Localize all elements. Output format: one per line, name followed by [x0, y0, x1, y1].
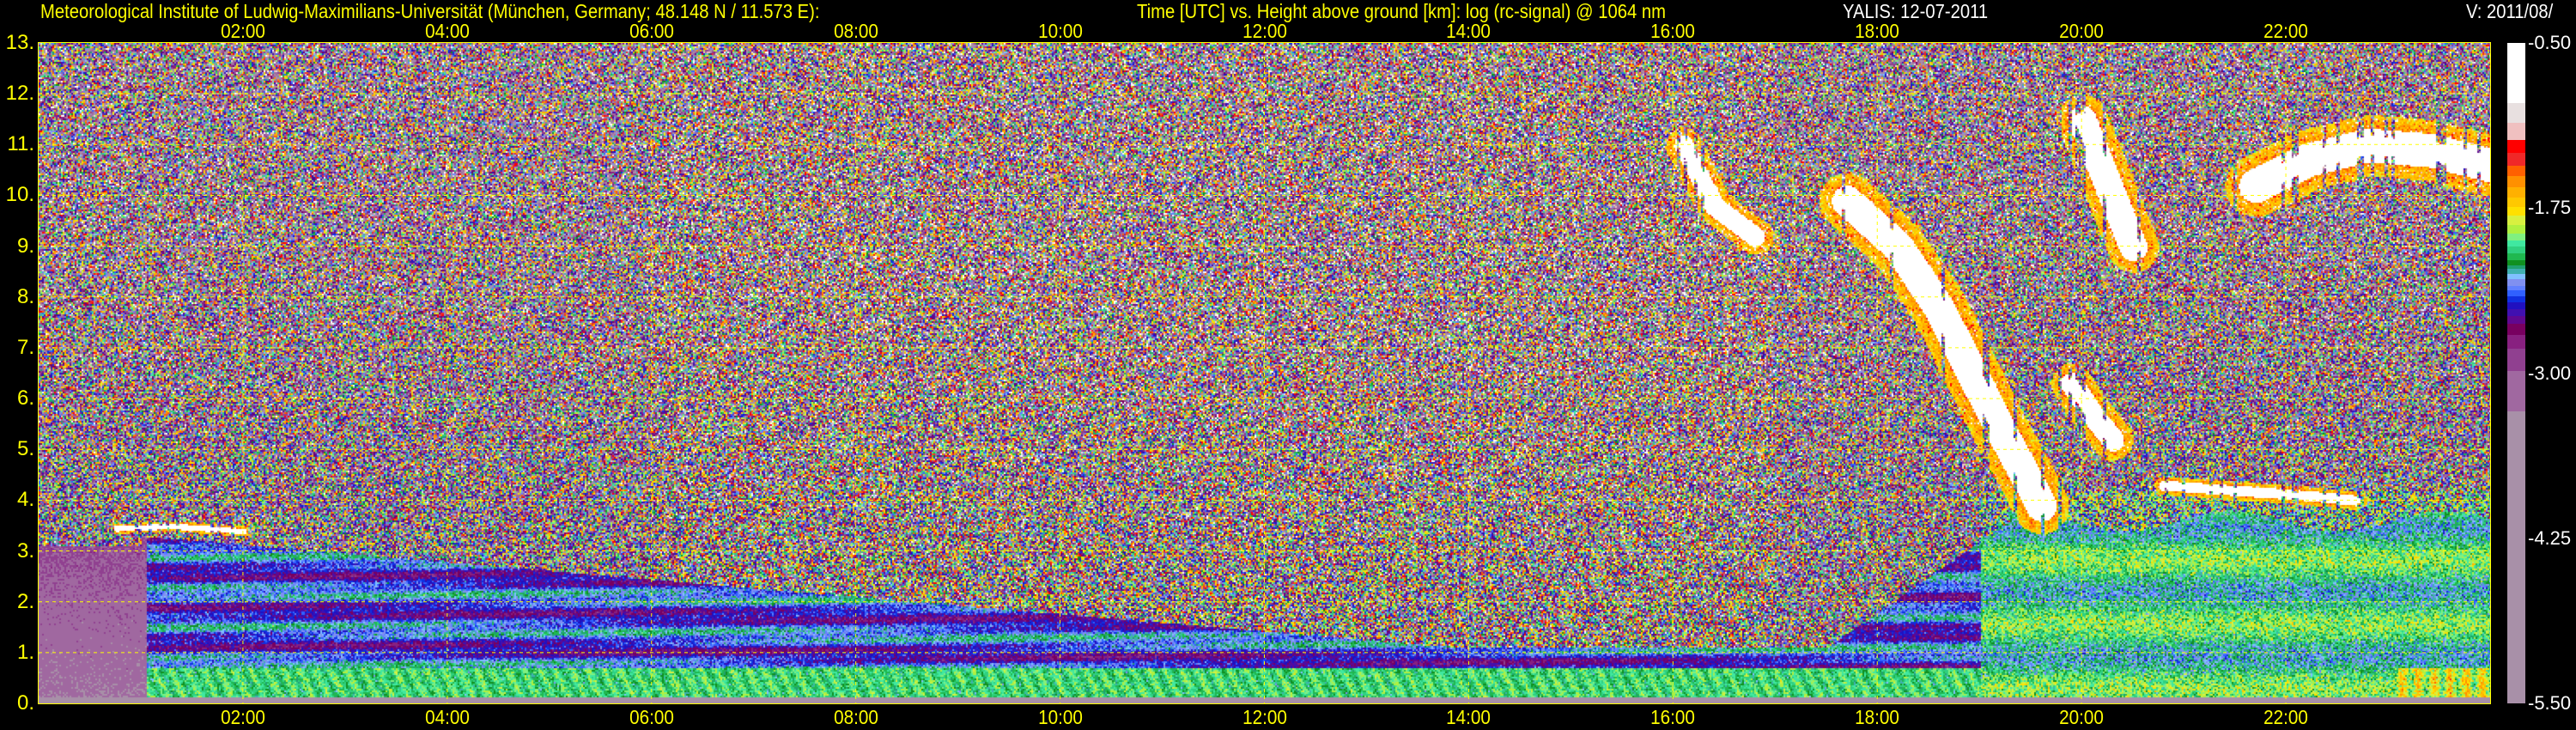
grid-lines: [39, 43, 2490, 703]
colorbar-tick-0: -0.50: [2528, 32, 2572, 53]
colorbar-segment-1: [2507, 102, 2525, 124]
y-tick-13: 13.: [5, 31, 34, 54]
x-tick-top-3: 08:00: [833, 20, 878, 42]
x-tick-bottom-7: 16:00: [1650, 706, 1696, 728]
colorbar-segment-2: [2507, 123, 2525, 141]
y-tick-5: 5.: [16, 437, 34, 461]
x-tick-bottom-0: 02:00: [221, 706, 265, 728]
x-tick-bottom-5: 12:00: [1242, 706, 1287, 728]
y-tick-11: 11.: [7, 132, 34, 156]
colorbar-segment-5: [2507, 166, 2525, 177]
colorbar-segment-6: [2507, 176, 2525, 188]
x-tick-top-9: 20:00: [2059, 20, 2105, 42]
colorbar-tick-2: -3.00: [2528, 362, 2572, 384]
colorbar-tick-4: -5.50: [2528, 692, 2572, 714]
colorbar-tick-3: -4.25: [2528, 526, 2572, 549]
y-tick-8: 8.: [16, 284, 34, 308]
colorbar-segment-0: [2507, 43, 2525, 104]
colorbar: [2507, 43, 2525, 704]
x-tick-bottom-1: 04:00: [424, 706, 470, 728]
y-tick-1: 1.: [16, 640, 34, 664]
colorbar-segment-28: [2507, 334, 2525, 350]
colorbar-segment-7: [2507, 186, 2525, 198]
x-tick-top-2: 06:00: [629, 20, 674, 42]
colorbar-segment-10: [2507, 215, 2525, 226]
x-tick-bottom-9: 20:00: [2059, 706, 2105, 728]
colorbar-segment-30: [2507, 371, 2525, 412]
x-tick-top-4: 10:00: [1037, 20, 1083, 42]
y-tick-0: 0.: [16, 691, 34, 715]
colorbar-segment-31: [2507, 411, 2525, 704]
x-tick-top-5: 12:00: [1242, 20, 1287, 42]
x-tick-bottom-10: 22:00: [2263, 706, 2308, 728]
x-tick-top-7: 16:00: [1650, 20, 1696, 42]
colorbar-segment-27: [2507, 324, 2525, 336]
colorbar-segment-8: [2507, 197, 2525, 208]
y-tick-7: 7.: [16, 335, 34, 359]
colorbar-segment-9: [2507, 206, 2525, 216]
colorbar-segment-29: [2507, 349, 2525, 372]
y-tick-9: 9.: [16, 234, 34, 258]
y-tick-3: 3.: [16, 538, 34, 563]
colorbar-segment-3: [2507, 140, 2525, 154]
colorbar-segment-4: [2507, 153, 2525, 167]
x-tick-top-1: 04:00: [424, 20, 470, 42]
x-tick-top-6: 14:00: [1446, 20, 1492, 42]
x-tick-bottom-8: 18:00: [1855, 706, 1900, 728]
colorbar-segment-11: [2507, 225, 2525, 234]
x-tick-bottom-6: 14:00: [1446, 706, 1492, 728]
colorbar-tick-1: -1.75: [2528, 197, 2572, 219]
y-tick-2: 2.: [16, 589, 34, 613]
x-tick-bottom-4: 10:00: [1037, 706, 1083, 728]
x-tick-top-8: 18:00: [1855, 20, 1900, 42]
x-tick-top-10: 22:00: [2263, 20, 2308, 42]
y-tick-10: 10.: [5, 183, 34, 207]
chart-description: Time [UTC] vs. Height above ground [km]:…: [1137, 0, 1666, 22]
version-label: V: 2011/08/: [2466, 0, 2554, 22]
x-tick-top-0: 02:00: [221, 20, 265, 42]
x-tick-bottom-3: 08:00: [833, 706, 878, 728]
x-tick-bottom-2: 06:00: [629, 706, 674, 728]
y-tick-4: 4.: [16, 488, 34, 512]
y-tick-12: 12.: [5, 82, 34, 106]
y-tick-6: 6.: [16, 386, 34, 411]
